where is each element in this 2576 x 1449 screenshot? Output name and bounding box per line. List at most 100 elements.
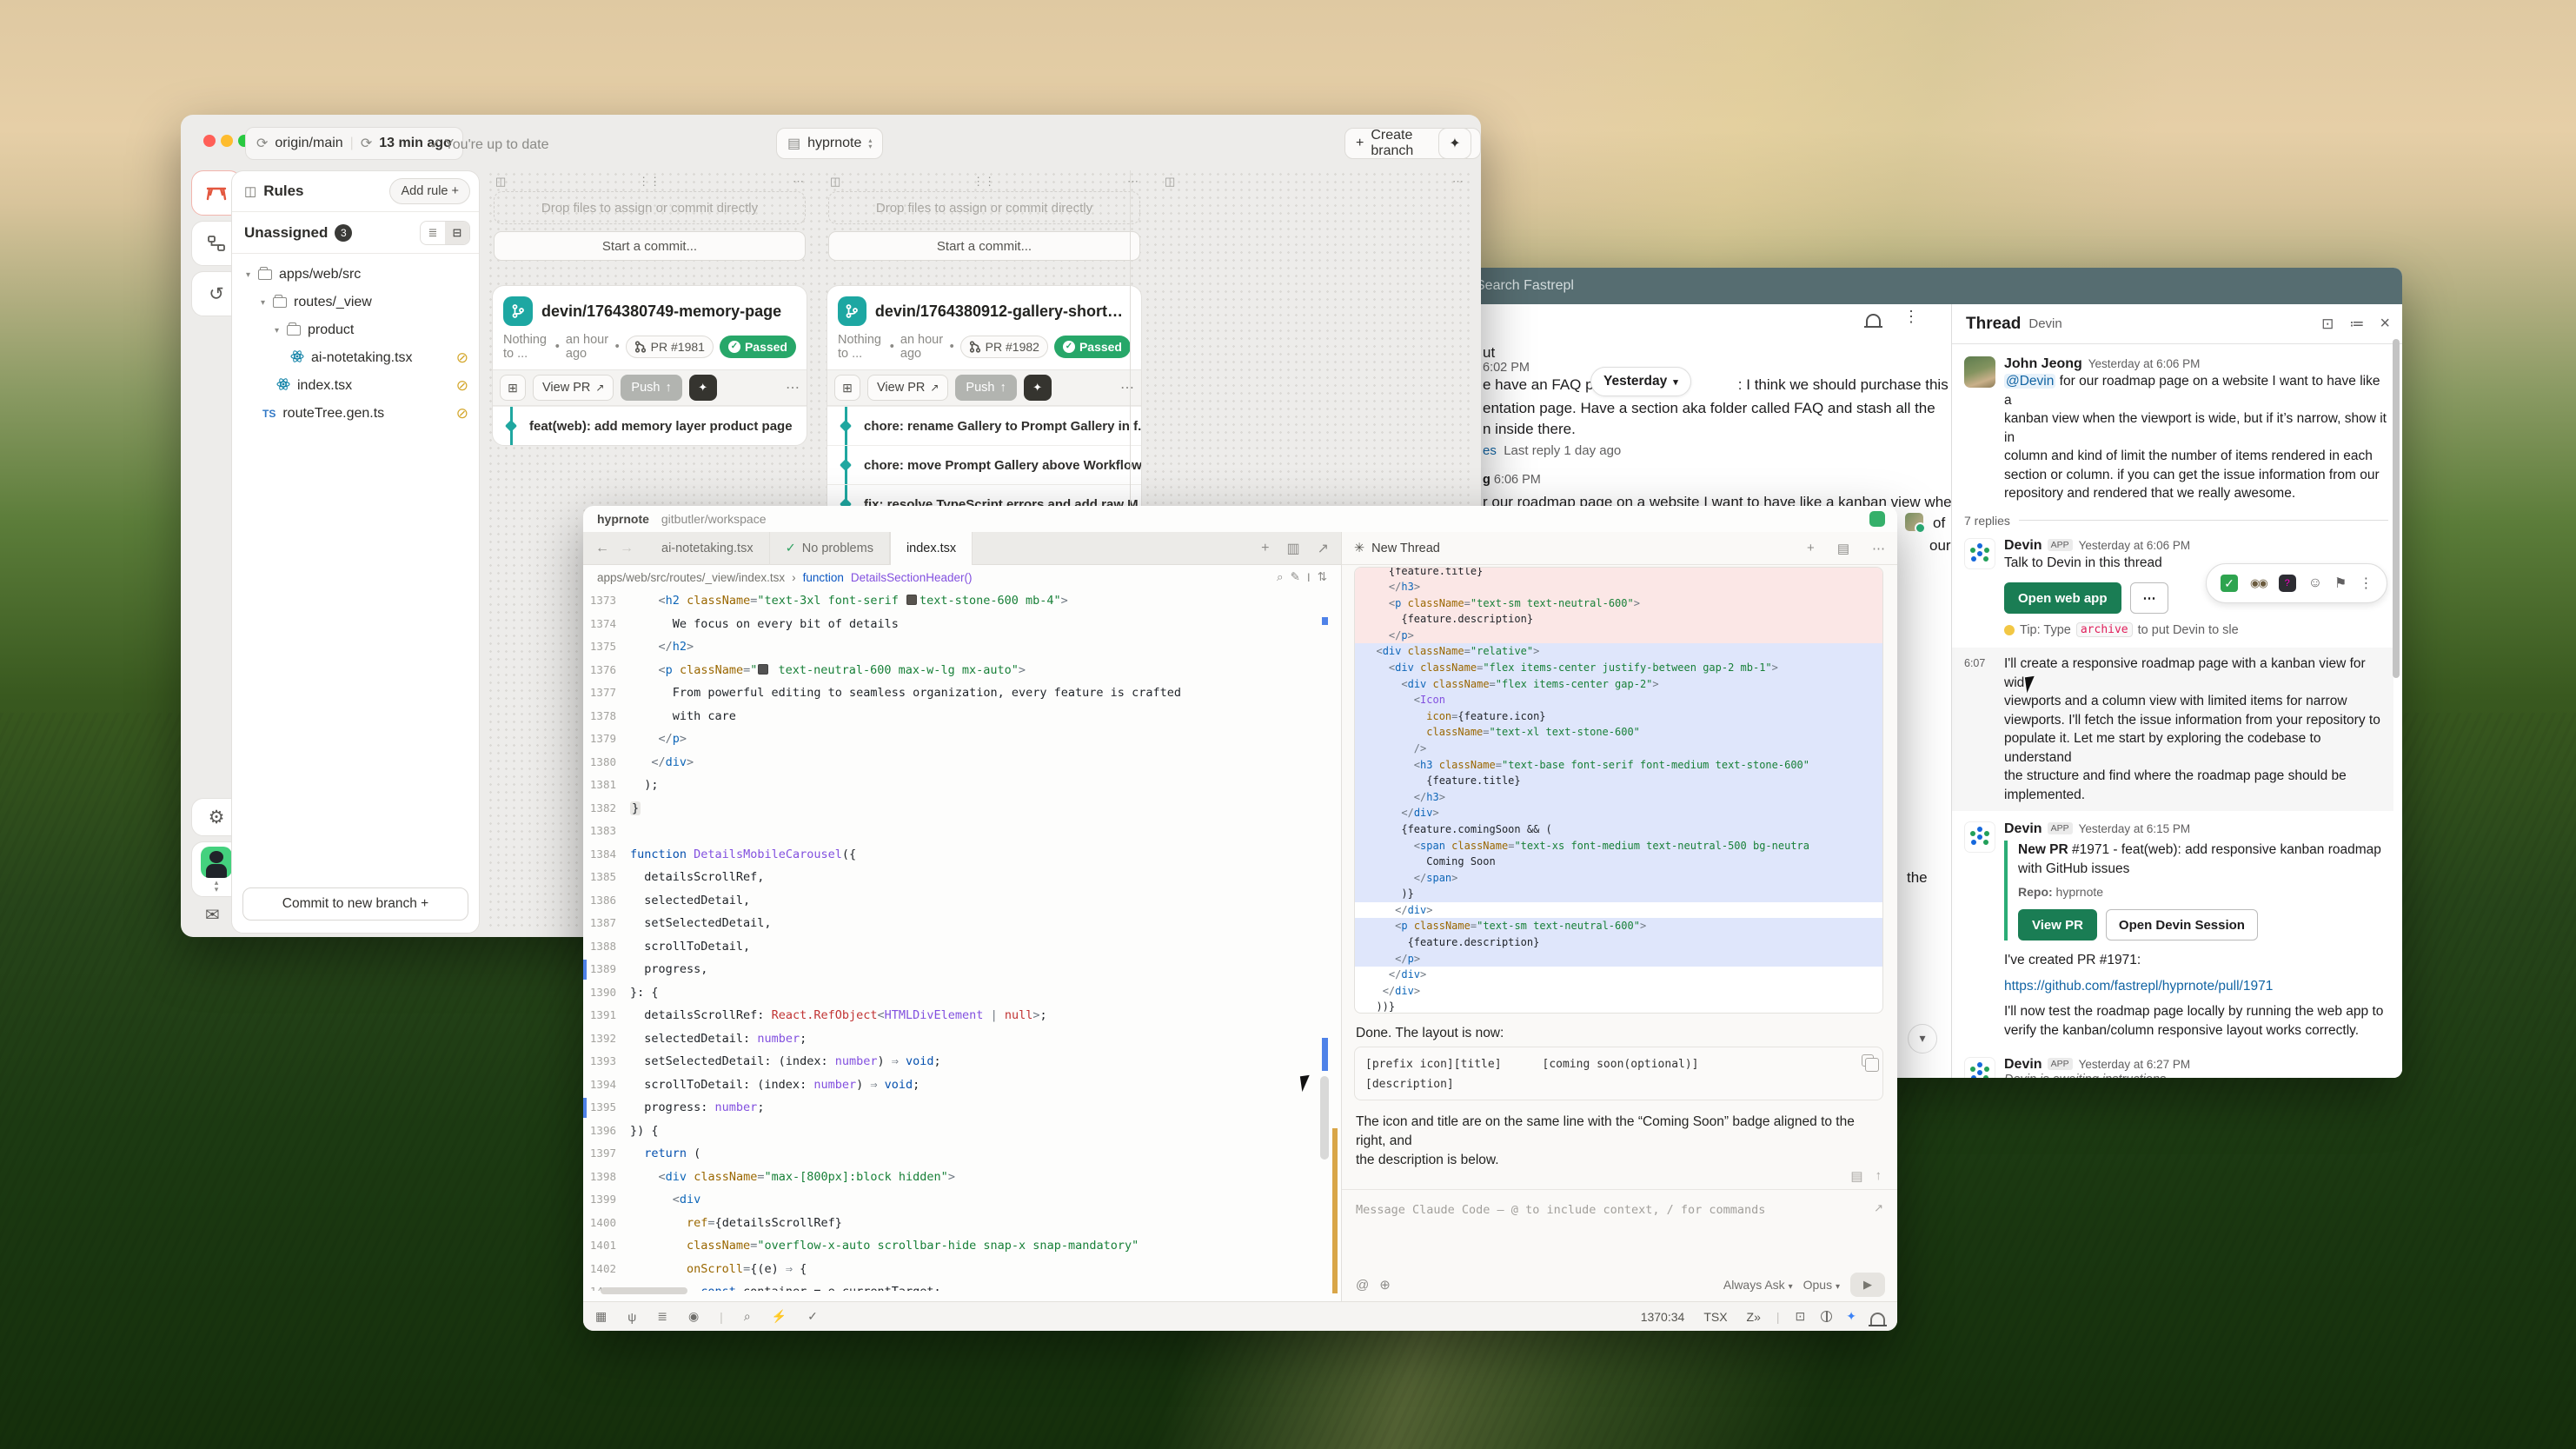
close-icon[interactable]: × xyxy=(2380,314,2390,334)
start-commit-button[interactable]: Start a commit... xyxy=(828,231,1140,261)
open-in-window-icon[interactable]: ⊡ xyxy=(2321,316,2334,333)
code-line[interactable]: 1395 progress: number; xyxy=(583,1096,1318,1120)
cursor-position[interactable]: 1370:34 xyxy=(1641,1310,1685,1324)
bell-icon[interactable] xyxy=(1866,314,1881,326)
commit-row[interactable]: chore: move Prompt Gallery above Workflo… xyxy=(827,445,1141,484)
tree-item-apps-web-src[interactable]: ▾apps/web/src xyxy=(232,261,479,289)
pr-badge[interactable]: PR #1982 xyxy=(960,336,1048,358)
open-devin-session-button[interactable]: Open Devin Session xyxy=(2106,909,2258,941)
lane-menu-icon[interactable]: ⋯ xyxy=(1127,175,1139,189)
git-panel-icon[interactable]: ψ xyxy=(627,1310,636,1324)
code-line[interactable]: 1384function DetailsMobileCarousel({ xyxy=(583,843,1318,867)
branch-card-header[interactable]: devin/1764380749-memory-page xyxy=(493,286,807,333)
lane-menu-icon[interactable]: ⋯ xyxy=(1452,175,1464,189)
code-line[interactable]: 1403 const container = e.currentTarget; xyxy=(583,1280,1318,1291)
split-pane-icon[interactable]: ▥ xyxy=(1278,540,1308,557)
more-vertical-icon[interactable]: ⋮ xyxy=(1903,308,1919,326)
nav-forward-icon[interactable]: → xyxy=(616,541,646,556)
drop-files-zone[interactable]: Drop files to assign or commit directly xyxy=(828,191,1140,224)
copy-icon[interactable] xyxy=(1862,1054,1874,1067)
code-line[interactable]: 1400 ref={detailsScrollRef} xyxy=(583,1212,1318,1235)
code-line[interactable]: 1385 detailsScrollRef, xyxy=(583,866,1318,889)
lane-menu-icon[interactable]: ⋯ xyxy=(793,175,804,189)
list-view-icon[interactable]: ≣ xyxy=(421,222,445,244)
code-line[interactable]: 1397 return ( xyxy=(583,1142,1318,1166)
branch-menu-icon[interactable]: ⋯ xyxy=(786,379,800,396)
code-line[interactable]: 1398 <div className="max-[800px]:block h… xyxy=(583,1166,1318,1189)
code-line[interactable]: 1373 <h2 className="text-3xl font-serif … xyxy=(583,589,1318,613)
code-line[interactable]: 1374 We focus on every bit of details xyxy=(583,613,1318,636)
view-pr-button[interactable]: View PR xyxy=(2018,909,2097,941)
copilot-status[interactable]: Z» xyxy=(1747,1310,1761,1324)
review-button[interactable]: ⊞ xyxy=(500,375,526,401)
push-button[interactable]: Push ↑ xyxy=(621,375,681,401)
code-line[interactable]: 1383 xyxy=(583,820,1318,843)
user-mention[interactable]: @Devin xyxy=(2004,374,2055,389)
send-button[interactable]: ▶ xyxy=(1850,1273,1885,1297)
tree-view-icon[interactable]: ⊟ xyxy=(445,222,469,244)
drop-files-zone[interactable]: Drop files to assign or commit directly xyxy=(494,191,806,224)
code-line[interactable]: 1390}: { xyxy=(583,981,1318,1005)
pane-icon[interactable]: ◫ xyxy=(1165,175,1175,189)
more-vertical-icon[interactable]: ⋮ xyxy=(2359,575,2373,592)
horizontal-scrollbar[interactable] xyxy=(601,1287,687,1294)
code-line[interactable]: 1389 progress, xyxy=(583,958,1318,981)
slack-replies-line[interactable]: es Last reply 1 day ago xyxy=(1483,443,1621,458)
new-tab-icon[interactable]: + xyxy=(1252,541,1278,556)
date-jump-pill[interactable]: Yesterday▾ xyxy=(1590,367,1691,396)
code-line[interactable]: 1401 className="overflow-x-auto scrollba… xyxy=(583,1234,1318,1258)
outline-icon[interactable]: ⇅ xyxy=(1318,570,1327,584)
editor-title-bar[interactable]: hyprnote gitbutler/workspace xyxy=(583,506,1897,532)
code-line[interactable]: 1392 selectedDetail: number; xyxy=(583,1027,1318,1051)
code-line[interactable]: 1402 onScroll={(e) ⇒ { xyxy=(583,1258,1318,1281)
add-reaction-icon[interactable]: ☺ xyxy=(2308,575,2322,591)
code-line[interactable]: 1382} xyxy=(583,797,1318,821)
slack-search-bar[interactable]: Search Fastrepl xyxy=(1469,268,2402,304)
tab-ai-notetaking-tsx[interactable]: ai-notetaking.tsx xyxy=(646,532,770,565)
code-editor[interactable]: 1373 <h2 className="text-3xl font-serif … xyxy=(583,589,1318,1291)
debug-icon[interactable] xyxy=(1821,1311,1832,1322)
tree-item-routes-view[interactable]: ▾routes/_view xyxy=(232,289,479,316)
tree-item-routetree-gen-ts[interactable]: TSrouteTree.gen.ts⊘ xyxy=(232,400,479,428)
feedback-button[interactable]: ✉ xyxy=(205,904,220,926)
nav-back-icon[interactable]: ← xyxy=(583,541,616,556)
ci-status-badge[interactable]: ✓Passed xyxy=(720,336,796,358)
thread-message[interactable]: John JeongYesterday at 6:06 PM@Devin for… xyxy=(1964,356,2388,503)
minimize-window-button[interactable] xyxy=(221,135,233,147)
diff-preview[interactable]: {feature.title} </h3> <p className="text… xyxy=(1354,567,1883,1014)
code-line[interactable]: 1375 </h2> xyxy=(583,635,1318,659)
scroll-to-bottom-button[interactable]: ▾ xyxy=(1908,1024,1937,1054)
notifications-icon[interactable] xyxy=(1870,1313,1885,1325)
commit-row[interactable]: feat(web): add memory layer product page xyxy=(493,406,807,445)
ci-status-badge[interactable]: ✓Passed xyxy=(1054,336,1131,358)
start-commit-button[interactable]: Start a commit... xyxy=(494,231,806,261)
diagnostics-icon[interactable]: ⚡ xyxy=(772,1309,787,1324)
review-button[interactable]: ⊞ xyxy=(834,375,860,401)
agent-composer[interactable]: Message Claude Code — @ to include conte… xyxy=(1356,1203,1765,1217)
web-context-icon[interactable]: ⊕ xyxy=(1379,1277,1391,1293)
code-line[interactable]: 1391 detailsScrollRef: React.RefObject<H… xyxy=(583,1004,1318,1027)
push-button[interactable]: Push ↑ xyxy=(955,375,1016,401)
pr-link[interactable]: https://github.com/fastrepl/hyprnote/pul… xyxy=(2004,977,2383,996)
pane-icon[interactable]: ◫ xyxy=(495,175,506,189)
pr-badge[interactable]: PR #1981 xyxy=(626,336,714,358)
mention-context-icon[interactable]: @ xyxy=(1356,1278,1369,1293)
view-toggle[interactable]: ≣ ⊟ xyxy=(420,221,470,245)
code-line[interactable]: 1394 scrollToDetail: (index: number) ⇒ v… xyxy=(583,1073,1318,1097)
thread-message[interactable]: 6:07I'll create a responsive roadmap pag… xyxy=(1952,648,2393,811)
markdown-icon[interactable]: ▤ xyxy=(1850,1168,1862,1184)
vertical-scrollbar[interactable] xyxy=(1320,1076,1329,1160)
close-window-button[interactable] xyxy=(203,135,216,147)
model-select[interactable]: Opus ▾ xyxy=(1803,1278,1840,1292)
project-panel-icon[interactable]: ▦ xyxy=(595,1309,607,1324)
view-pr-button[interactable]: View PR ↗ xyxy=(867,375,948,401)
panel-menu-icon[interactable]: ⋯ xyxy=(1872,541,1885,556)
drag-handle-icon[interactable]: ⋮⋮ xyxy=(638,175,661,189)
bookmark-icon[interactable]: ⚑ xyxy=(2334,575,2347,592)
thread-scrollbar[interactable] xyxy=(2393,339,2400,678)
eyes-reaction-icon[interactable]: ◉◉ xyxy=(2250,576,2267,590)
thread-message[interactable]: DevinAPPYesterday at 6:15 PMNew PR #1971… xyxy=(1964,821,2388,1047)
tab-index-tsx[interactable]: index.tsx xyxy=(890,532,973,565)
open-web-app-button[interactable]: Open web app xyxy=(2004,582,2121,614)
tree-item-index-tsx[interactable]: index.tsx⊘ xyxy=(232,372,479,400)
